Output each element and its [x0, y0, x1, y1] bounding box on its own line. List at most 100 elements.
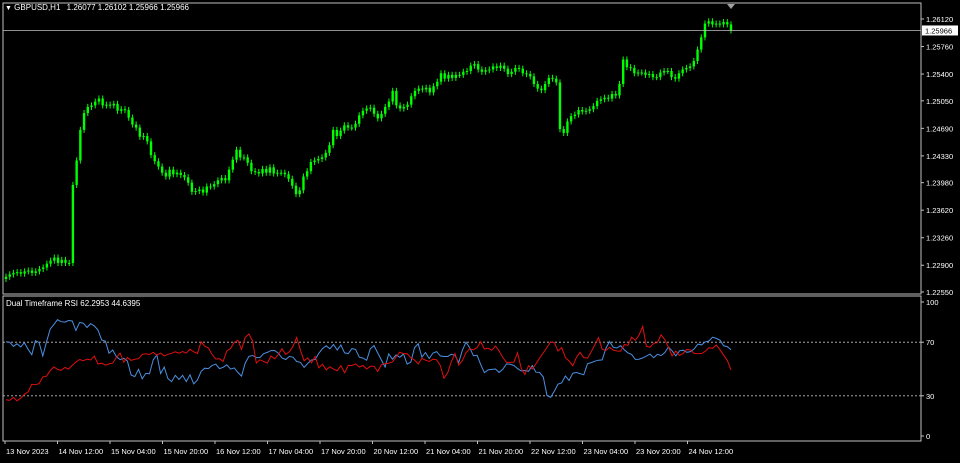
- price-tick-label: 1.23260: [926, 234, 953, 243]
- candle-body: [335, 129, 339, 136]
- candle-body: [146, 136, 149, 142]
- candle-body: [90, 105, 93, 107]
- candle-body: [417, 88, 420, 91]
- candle-body: [246, 157, 249, 163]
- candle-body: [343, 125, 346, 131]
- candle-body: [711, 21, 714, 25]
- candle-body: [573, 114, 577, 117]
- candle-body: [283, 172, 287, 175]
- candle-body: [510, 71, 513, 75]
- candle-body: [253, 171, 257, 173]
- candle-body: [213, 184, 216, 187]
- candle-body: [432, 86, 435, 93]
- candle-body: [376, 113, 379, 119]
- candle-body: [599, 99, 603, 101]
- candle-body: [287, 174, 290, 179]
- candle-body: [235, 149, 238, 160]
- candle-body: [428, 87, 432, 93]
- price-tick-label: 1.26120: [926, 15, 953, 24]
- candle-body: [529, 74, 532, 77]
- candle-body: [172, 169, 175, 175]
- candle-body: [127, 110, 130, 118]
- chart-window[interactable]: 1.26120 1.25760 1.25400 1.25050 1.24690 1.243…: [0, 0, 960, 458]
- candle-body: [8, 274, 11, 277]
- candle-body: [618, 84, 621, 96]
- candle-body: [696, 49, 699, 62]
- candle-body: [651, 74, 655, 78]
- candle-body: [64, 259, 67, 263]
- chart-canvas[interactable]: 1.26120 1.25760 1.25400 1.25050 1.24690 1.243…: [0, 0, 960, 458]
- time-tick-label: 16 Nov 12:00: [216, 447, 261, 456]
- candle-body: [551, 77, 554, 79]
- candle-body: [86, 106, 89, 114]
- candle-body: [439, 73, 443, 82]
- candle-body: [707, 21, 710, 24]
- candle-body: [201, 189, 205, 193]
- candle-body: [569, 116, 573, 122]
- candle-body: [268, 167, 272, 173]
- candle-body: [82, 113, 86, 130]
- candle-body: [402, 106, 406, 109]
- candle-body: [621, 59, 625, 84]
- candle-body: [532, 76, 536, 84]
- candle-body: [495, 66, 498, 68]
- candle-body: [358, 115, 361, 124]
- candle-body: [320, 157, 324, 159]
- candle-body: [450, 74, 454, 78]
- candle-body: [56, 257, 60, 263]
- candle-body: [365, 108, 368, 111]
- candle-body: [562, 129, 565, 133]
- candle-body: [655, 77, 658, 79]
- candle-body: [45, 263, 49, 268]
- candle-body: [261, 168, 264, 174]
- candle-body: [220, 178, 223, 181]
- candle-body: [231, 159, 234, 170]
- time-tick-label: 17 Nov 04:00: [269, 447, 314, 456]
- candle-body: [588, 109, 591, 111]
- candle-body: [179, 172, 182, 175]
- candle-body: [183, 175, 186, 178]
- candle-body: [592, 106, 595, 110]
- candle-body: [227, 169, 231, 181]
- candle-body: [272, 167, 275, 174]
- dropdown-triangle-icon[interactable]: ▼: [5, 5, 12, 12]
- time-tick-label: 15 Nov 20:00: [164, 447, 209, 456]
- price-tick-label: 1.23980: [926, 179, 953, 188]
- candle-body: [302, 176, 305, 191]
- rsi-tick-label: 70: [926, 338, 934, 347]
- candle-body: [309, 162, 313, 172]
- time-tick-label: 20 Nov 12:00: [374, 447, 419, 456]
- indicator-title: Dual Timeframe RSI 62.2953 44.6395: [6, 299, 141, 308]
- candle-body: [514, 67, 517, 72]
- time-tick-label: 21 Nov 04:00: [426, 447, 471, 456]
- price-tick-label: 1.24690: [926, 124, 953, 133]
- candle-body: [447, 74, 450, 79]
- rsi-tick-label: 0: [926, 432, 930, 441]
- time-tick-label: 23 Nov 20:00: [636, 447, 681, 456]
- candle-body: [291, 178, 294, 186]
- candle-body: [566, 121, 569, 133]
- candle-body: [257, 171, 261, 174]
- candle-body: [242, 157, 246, 159]
- candle-body: [384, 106, 387, 114]
- candle-body: [540, 88, 543, 91]
- candle-body: [105, 104, 108, 106]
- candle-body: [577, 110, 580, 115]
- candle-body: [294, 185, 298, 195]
- candle-body: [722, 22, 725, 25]
- candle-body: [224, 178, 227, 181]
- candle-body: [190, 182, 194, 192]
- candle-body: [60, 259, 63, 263]
- candle-body: [506, 68, 510, 75]
- candle-body: [164, 172, 168, 177]
- candle-body: [361, 110, 365, 116]
- candle-body: [27, 270, 30, 272]
- candle-body: [317, 158, 320, 161]
- candle-body: [15, 272, 19, 274]
- candle-body: [123, 109, 127, 111]
- time-tick-label: 13 Nov 2023: [6, 447, 49, 456]
- candle-body: [558, 82, 562, 130]
- time-tick-label: 17 Nov 20:00: [321, 447, 366, 456]
- candle-body: [398, 105, 402, 109]
- candle-body: [648, 74, 651, 76]
